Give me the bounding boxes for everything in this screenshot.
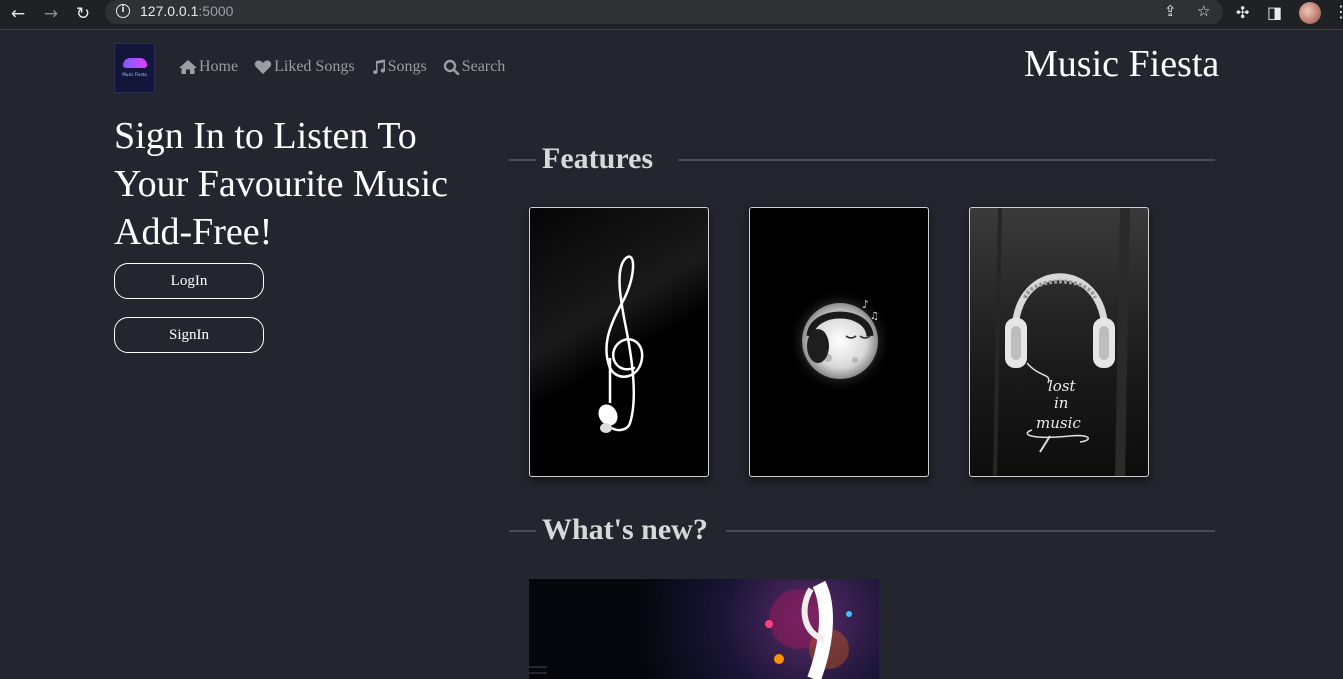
feature-card-moon[interactable]: ♪ ♫	[749, 207, 929, 477]
hero-heading: Sign In to Listen To Your Favourite Musi…	[114, 115, 448, 253]
divider-line	[678, 159, 1215, 161]
bookmark-star-icon[interactable]: ☆	[1197, 2, 1210, 20]
nav-item-search[interactable]: Search	[443, 58, 506, 76]
nav-item-home[interactable]: Home	[178, 58, 238, 76]
logo-text: Music Fiesta	[122, 72, 147, 77]
url-text: 127.0.0.1:5000	[140, 3, 234, 19]
search-icon	[443, 59, 459, 75]
main-nav: Home Liked Songs Songs Search	[178, 58, 521, 76]
address-bar[interactable]: i 127.0.0.1:5000 ⇪ ☆	[105, 0, 1223, 24]
treble-clef-earphones-image	[598, 255, 644, 433]
heart-icon	[254, 60, 272, 74]
forward-arrow-icon[interactable]: →	[39, 2, 63, 26]
reload-icon[interactable]: ↻	[71, 2, 95, 26]
whats-new-image[interactable]	[529, 579, 879, 679]
divider-line	[509, 530, 536, 532]
signin-button[interactable]: SignIn	[114, 317, 264, 353]
whats-new-title: What's new?	[542, 513, 708, 546]
side-panel-icon[interactable]: ◨	[1267, 3, 1282, 22]
moon-headphones-image: ♪ ♫	[788, 289, 892, 393]
features-header: Features	[509, 139, 1215, 179]
extensions-puzzle-icon[interactable]: ✣	[1236, 3, 1249, 22]
nav-item-songs[interactable]: Songs	[371, 58, 427, 76]
feature-card-treble-clef[interactable]	[529, 207, 709, 477]
nav-label: Home	[199, 58, 239, 75]
browser-toolbar: ← → ↻ i 127.0.0.1:5000 ⇪ ☆ ✣ ◨ ⋮	[0, 0, 1343, 30]
brand-title: Music Fiesta	[1024, 43, 1220, 85]
nav-label: Search	[461, 58, 506, 75]
nav-item-liked-songs[interactable]: Liked Songs	[254, 58, 355, 76]
svg-text:♫: ♫	[870, 311, 879, 322]
music-note-icon	[372, 59, 385, 75]
divider-line	[726, 530, 1215, 532]
login-button[interactable]: LogIn	[114, 263, 264, 299]
music-text: music	[1036, 414, 1081, 432]
in-text: in	[1054, 394, 1068, 412]
svg-text:♪: ♪	[862, 298, 869, 311]
lost-text: lost	[1048, 377, 1077, 395]
colorful-treble-clef-image	[529, 580, 852, 679]
whats-new-header: What's new?	[509, 510, 1215, 550]
feature-card-lost-in-music[interactable]: lost in music	[969, 207, 1149, 477]
nav-label: Songs	[387, 58, 427, 75]
lost-in-music-headphones-image: lost in music	[993, 208, 1130, 476]
site-logo[interactable]: Music Fiesta	[114, 43, 155, 93]
kebab-menu-icon[interactable]: ⋮	[1333, 2, 1343, 21]
home-icon	[179, 60, 197, 74]
divider-line	[509, 159, 536, 161]
features-title: Features	[542, 142, 654, 175]
share-icon[interactable]: ⇪	[1164, 2, 1177, 20]
nav-label: Liked Songs	[274, 58, 355, 75]
site-info-icon[interactable]: i	[116, 4, 130, 18]
profile-avatar[interactable]	[1299, 2, 1321, 24]
back-arrow-icon[interactable]: ←	[6, 2, 30, 26]
wave-graphic	[123, 58, 147, 68]
